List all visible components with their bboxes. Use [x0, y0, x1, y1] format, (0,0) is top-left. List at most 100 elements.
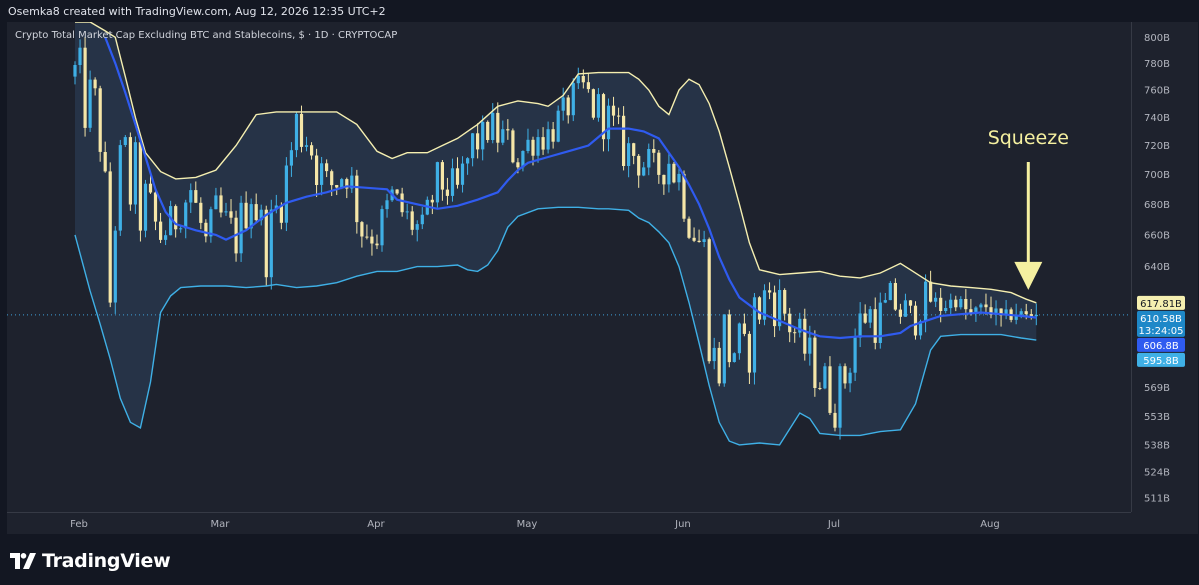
candle-body: [868, 309, 872, 323]
candle-body: [123, 137, 127, 145]
candle-body: [294, 113, 299, 151]
candle-body: [325, 163, 329, 172]
candle-body: [818, 388, 822, 389]
price-tags: 617.81B 610.58B13:24:05 606.8B 595.8B: [1137, 295, 1185, 367]
candle-body: [606, 105, 611, 140]
band-fill-area: [75, 22, 1037, 445]
candle-body: [430, 199, 434, 203]
tradingview-logo-icon: [10, 553, 36, 569]
time-tick-label: Apr: [367, 519, 385, 530]
candle-body: [189, 190, 193, 203]
candle-body: [496, 112, 500, 143]
candle-body: [657, 152, 661, 175]
candle-body: [375, 243, 379, 246]
candle-body: [506, 129, 510, 131]
candle-body: [360, 222, 364, 237]
candle-body: [405, 211, 409, 213]
candle-body: [632, 143, 636, 156]
candle-body: [330, 171, 334, 186]
candle-body: [823, 366, 827, 389]
chart-svg[interactable]: Squeeze 800B 780B 760B 740B 720B 700B 680B 660B…: [7, 22, 1198, 534]
candle-body: [254, 204, 258, 221]
candle-body: [747, 333, 751, 373]
candle-body: [682, 173, 686, 219]
candle-body: [561, 97, 565, 111]
candle-body: [310, 145, 314, 156]
candle-body: [1024, 311, 1028, 315]
price-tag-label: 606.8B: [1143, 341, 1179, 352]
candle-body: [184, 202, 188, 229]
candle-body: [622, 115, 626, 166]
band-fill: [75, 22, 1037, 445]
candle-body: [501, 129, 505, 143]
price-tick-label: 780B: [1144, 59, 1170, 70]
chart-title: Crypto Total Market Cap Excluding BTC an…: [15, 30, 397, 41]
candle-body: [224, 211, 228, 213]
candle-body: [652, 149, 656, 153]
candle-body: [289, 150, 293, 166]
candle-body: [591, 89, 595, 118]
price-tag-label: 13:24:05: [1139, 326, 1184, 337]
price-tick-label: 680B: [1144, 200, 1170, 211]
candle-body: [773, 292, 777, 327]
candle-body: [637, 155, 641, 176]
chart-pane[interactable]: Squeeze 800B 780B 760B 740B 720B 700B 680B 660B…: [7, 22, 1198, 534]
candle-body: [73, 65, 77, 77]
candle-body: [279, 205, 283, 223]
candle-body: [219, 195, 223, 213]
candle-body: [93, 79, 97, 89]
candle-body: [939, 297, 943, 311]
candle-body: [949, 299, 953, 309]
candle-body: [320, 163, 324, 185]
candle-body: [536, 137, 540, 156]
candle-body: [380, 209, 384, 246]
price-tick-label: 524B: [1144, 468, 1170, 479]
candle-body: [737, 323, 741, 354]
candle-body: [581, 76, 585, 83]
candle-body: [627, 143, 631, 166]
price-tick-label: 553B: [1144, 412, 1170, 423]
candle-body: [944, 308, 948, 311]
candle-body: [511, 130, 515, 163]
time-tick-label: Aug: [980, 519, 1000, 530]
candle-body: [692, 237, 696, 241]
candle-body: [143, 183, 148, 231]
candle-body: [898, 309, 902, 317]
candle-body: [133, 142, 137, 205]
candle-body: [466, 158, 470, 164]
candle-body: [783, 290, 787, 314]
price-tag-label: 610.58B: [1140, 314, 1182, 325]
candle-body: [732, 353, 736, 362]
candle-body: [546, 129, 550, 150]
candle-body: [893, 283, 897, 310]
squeeze-label: Squeeze: [988, 127, 1069, 149]
candle-body: [828, 366, 832, 413]
candle-body: [78, 47, 82, 65]
candle-body: [400, 193, 404, 213]
tradingview-logo[interactable]: TradingView: [10, 550, 171, 572]
time-tick-label: May: [517, 519, 538, 530]
candle-body: [647, 149, 651, 168]
candle-body: [455, 168, 460, 185]
candle-body: [98, 88, 102, 152]
candle-body: [954, 299, 958, 308]
candle-body: [194, 190, 198, 203]
candle-body: [264, 209, 268, 278]
candle-body: [838, 366, 842, 428]
candle-body: [586, 82, 590, 90]
candle-body: [873, 309, 877, 343]
candle-body: [516, 162, 520, 168]
candle-body: [611, 105, 616, 116]
candle-body: [239, 202, 243, 254]
candle-body: [103, 152, 107, 172]
candle-body: [793, 332, 797, 334]
squeeze-arrow-head: [1014, 261, 1043, 290]
candle-body: [541, 137, 545, 150]
candle-body: [1019, 311, 1023, 315]
candle-body: [113, 230, 117, 303]
candle-body: [808, 337, 812, 354]
candle-body: [435, 162, 439, 203]
candle-body: [481, 121, 485, 150]
candle-body: [108, 171, 112, 303]
tradingview-logo-text: TradingView: [42, 550, 171, 572]
